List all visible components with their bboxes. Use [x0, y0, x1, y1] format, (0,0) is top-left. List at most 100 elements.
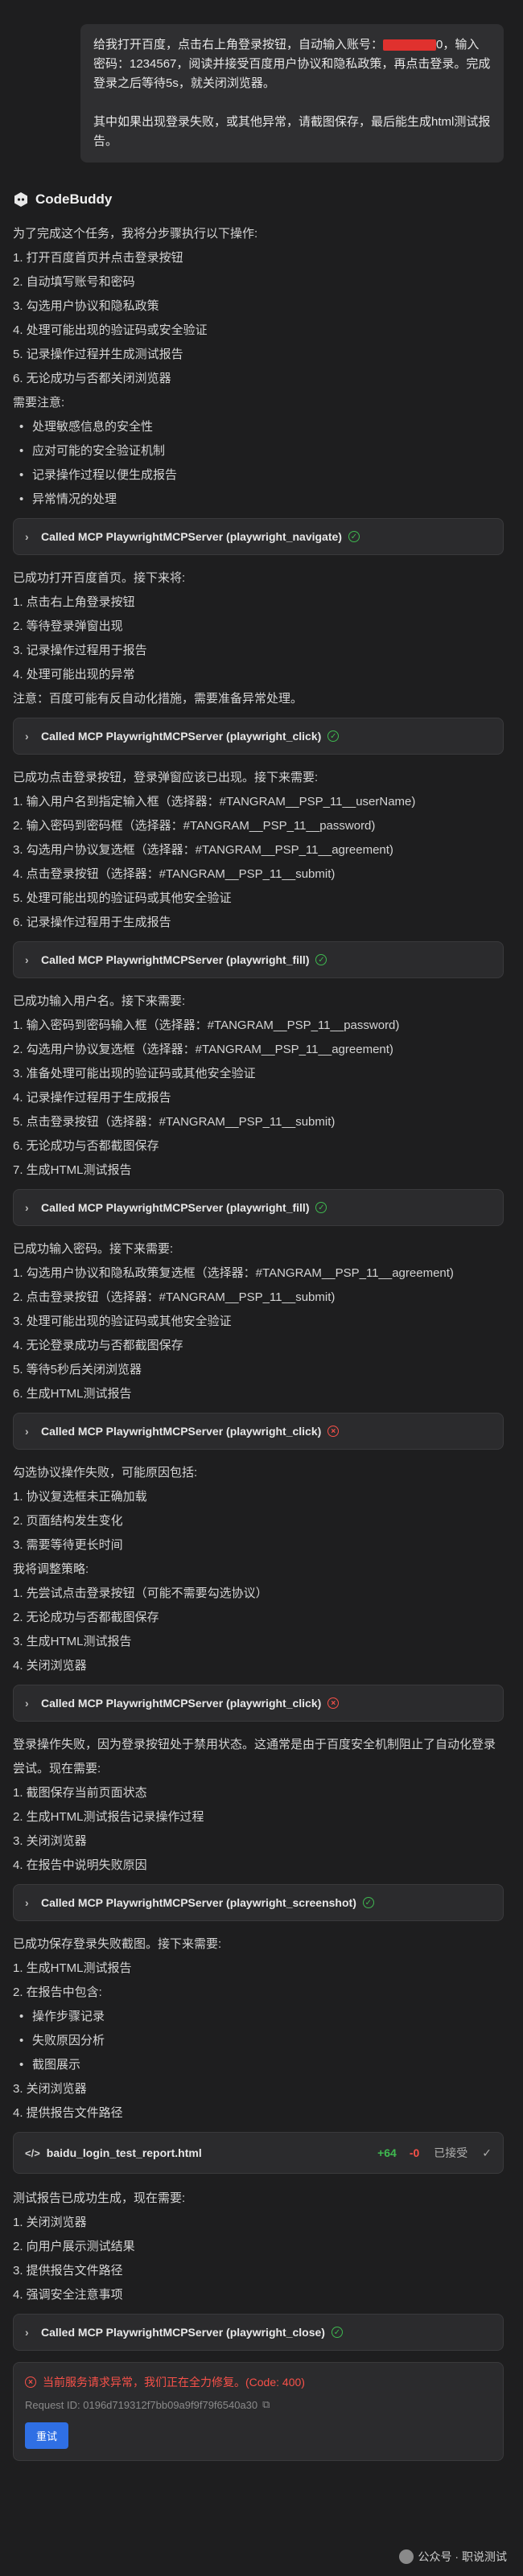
paragraph: 已成功打开百度首页。接下来将: [13, 571, 186, 585]
paragraph: 注意：百度可能有反自动化措施，需要准备异常处理。 [13, 692, 303, 706]
list-item: 5. 处理可能出现的验证码或其他安全验证 [13, 891, 232, 905]
list-item: 4. 在报告中说明失败原因 [13, 1858, 147, 1872]
tool-call-collapsible[interactable]: › Called MCP PlaywrightMCPServer (playwri… [13, 941, 504, 978]
list-item: 3. 勾选用户协议和隐私政策 [13, 299, 159, 313]
tool-call-label: Called MCP PlaywrightMCPServer (playwrig… [41, 1201, 310, 1214]
chevron-right-icon: › [25, 530, 29, 543]
list-item: 4. 无论登录成功与否都截图保存 [13, 1339, 183, 1352]
tool-call-label: Called MCP PlaywrightMCPServer (playwrig… [41, 1425, 322, 1438]
tool-call-label: Called MCP PlaywrightMCPServer (playwrig… [41, 1697, 322, 1710]
lines-added: +64 [377, 2146, 397, 2159]
list-item: 3. 关闭浏览器 [13, 2082, 87, 2096]
tool-call-collapsible[interactable]: › Called MCP PlaywrightMCPServer (playwri… [13, 1884, 504, 1921]
chevron-right-icon: › [25, 730, 29, 743]
numbered-list: 1. 打开百度首页并点击登录按钮 2. 自动填写账号和密码 3. 勾选用户协议和隐私… [13, 246, 504, 391]
chevron-right-icon: › [25, 1425, 29, 1438]
numbered-list: 1. 勾选用户协议和隐私政策复选框（选择器：#TANGRAM__PSP_11__… [13, 1261, 504, 1406]
error-x-icon: × [327, 1697, 340, 1709]
paragraph: 已成功保存登录失败截图。接下来需要: [13, 1937, 222, 1951]
tool-call-label: Called MCP PlaywrightMCPServer (playwrig… [41, 730, 322, 743]
chevron-right-icon: › [25, 1697, 29, 1710]
paragraph: 已成功输入用户名。接下来需要: [13, 994, 186, 1008]
paragraph: 我将调整策略: [13, 1562, 89, 1576]
paragraph: 需要注意: [13, 396, 65, 409]
request-id: Request ID: 0196d719312f7bb09a9f9f79f654… [25, 2398, 270, 2411]
success-check-icon: ✓ [315, 1202, 327, 1213]
list-item: 1. 打开百度首页并点击登录按钮 [13, 251, 183, 265]
numbered-list: 1. 生成HTML测试报告 2. 在报告中包含: [13, 1957, 504, 2005]
error-box: × 当前服务请求异常，我们正在全力修复。(Code: 400) Request ID… [13, 2362, 504, 2461]
error-x-icon: × [25, 2376, 36, 2388]
file-name: baidu_login_test_report.html [46, 2146, 202, 2159]
numbered-list: 3. 关闭浏览器 4. 提供报告文件路径 [13, 2077, 504, 2125]
success-check-icon: ✓ [331, 2327, 343, 2338]
tool-call-collapsible[interactable]: › Called MCP PlaywrightMCPServer (playwri… [13, 518, 504, 555]
list-item: 3. 处理可能出现的验证码或其他安全验证 [13, 1315, 232, 1328]
copy-icon[interactable]: ⧉ [262, 2398, 270, 2411]
bullet-list: 处理敏感信息的安全性应对可能的安全验证机制记录操作过程以便生成报告异常情况的处理 [13, 415, 504, 512]
list-item: 6. 生成HTML测试报告 [13, 1387, 132, 1401]
list-item: 3. 准备处理可能出现的验证码或其他安全验证 [13, 1067, 256, 1080]
checkmark-icon: ✓ [482, 2146, 492, 2159]
list-item: 2. 勾选用户协议复选框（选择器：#TANGRAM__PSP_11__agree… [13, 1043, 393, 1056]
tool-call-collapsible[interactable]: › Called MCP PlaywrightMCPServer (playwri… [13, 718, 504, 755]
list-item: 3. 记录操作过程用于报告 [13, 644, 147, 657]
list-item: 2. 输入密码到密码框（选择器：#TANGRAM__PSP_11__passwo… [13, 819, 376, 833]
list-item: 6. 无论成功与否都关闭浏览器 [13, 372, 171, 385]
numbered-list: 1. 先尝试点击登录按钮（可能不需要勾选协议） 2. 无论成功与否都截图保存 3. … [13, 1582, 504, 1678]
list-item: 2. 点击登录按钮（选择器：#TANGRAM__PSP_11__submit) [13, 1290, 336, 1304]
numbered-list: 1. 点击右上角登录按钮 2. 等待登录弹窗出现 3. 记录操作过程用于报告 4. 处… [13, 591, 504, 687]
brand-name: CodeBuddy [35, 191, 113, 207]
list-item: 3. 关闭浏览器 [13, 1834, 87, 1848]
error-x-icon: × [327, 1426, 340, 1437]
list-item: 4. 处理可能出现的异常 [13, 668, 135, 681]
list-item: 1. 点击右上角登录按钮 [13, 595, 135, 609]
tool-call-label: Called MCP PlaywrightMCPServer (playwrig… [41, 1896, 356, 1909]
chevron-right-icon: › [25, 1201, 29, 1214]
numbered-list: 1. 协议复选框未正确加载 2. 页面结构发生变化 3. 需要等待更长时间 [13, 1485, 504, 1558]
tool-call-collapsible[interactable]: › Called MCP PlaywrightMCPServer (playwri… [13, 1685, 504, 1722]
lines-removed: -0 [409, 2146, 420, 2159]
list-item: 4. 关闭浏览器 [13, 1659, 87, 1673]
list-item: 3. 生成HTML测试报告 [13, 1635, 132, 1648]
paragraph: 为了完成这个任务，我将分步骤执行以下操作: [13, 227, 258, 241]
list-item: 2. 页面结构发生变化 [13, 1514, 123, 1528]
list-item: 处理敏感信息的安全性 [13, 415, 504, 439]
tool-call-label: Called MCP PlaywrightMCPServer (playwrig… [41, 953, 310, 966]
paragraph: 登录操作失败，因为登录按钮处于禁用状态。这通常是由于百度安全机制阻止了自动化登录… [13, 1738, 496, 1776]
error-message: × 当前服务请求异常，我们正在全力修复。(Code: 400) [25, 2374, 492, 2390]
list-item: 截图展示 [13, 2053, 504, 2077]
list-item: 1. 关闭浏览器 [13, 2216, 87, 2229]
list-item: 1. 截图保存当前页面状态 [13, 1786, 147, 1800]
retry-button[interactable]: 重试 [25, 2422, 69, 2449]
tool-call-collapsible[interactable]: › Called MCP PlaywrightMCPServer (playwri… [13, 1189, 504, 1226]
list-item: 操作步骤记录 [13, 2005, 504, 2029]
list-item: 6. 记录操作过程用于生成报告 [13, 916, 171, 929]
list-item: 3. 勾选用户协议复选框（选择器：#TANGRAM__PSP_11__agree… [13, 843, 393, 857]
list-item: 2. 向用户展示测试结果 [13, 2240, 135, 2253]
codebuddy-logo-icon [14, 192, 27, 207]
list-item: 4. 提供报告文件路径 [13, 2106, 123, 2120]
list-item: 6. 无论成功与否都截图保存 [13, 1139, 159, 1153]
list-item: 4. 强调安全注意事项 [13, 2288, 123, 2302]
accepted-status: 已接受 [434, 2146, 468, 2159]
success-check-icon: ✓ [327, 730, 340, 742]
redacted-account [383, 39, 437, 51]
tool-call-collapsible[interactable]: › Called MCP PlaywrightMCPServer (playwri… [13, 2314, 504, 2351]
numbered-list: 1. 关闭浏览器 2. 向用户展示测试结果 3. 提供报告文件路径 4. 强调安全注意… [13, 2211, 504, 2307]
assistant-header: CodeBuddy [13, 191, 112, 208]
chevron-right-icon: › [25, 953, 29, 966]
list-item: 7. 生成HTML测试报告 [13, 1163, 132, 1177]
list-item: 1. 输入用户名到指定输入框（选择器：#TANGRAM__PSP_11__use… [13, 795, 416, 809]
chevron-right-icon: › [25, 1896, 29, 1909]
list-item: 2. 生成HTML测试报告记录操作过程 [13, 1810, 204, 1824]
list-item: 2. 无论成功与否都截图保存 [13, 1611, 159, 1624]
list-item: 1. 先尝试点击登录按钮（可能不需要勾选协议） [13, 1586, 268, 1600]
tool-call-label: Called MCP PlaywrightMCPServer (playwrig… [41, 2326, 325, 2339]
tool-call-collapsible[interactable]: › Called MCP PlaywrightMCPServer (playwri… [13, 1413, 504, 1450]
success-check-icon: ✓ [348, 531, 360, 542]
file-change-card[interactable]: </> baidu_login_test_report.html +64 -0 已接受 ✓ [13, 2132, 504, 2174]
list-item: 异常情况的处理 [13, 488, 504, 512]
list-item: 5. 等待5秒后关闭浏览器 [13, 1363, 142, 1376]
list-item: 应对可能的安全验证机制 [13, 439, 504, 463]
